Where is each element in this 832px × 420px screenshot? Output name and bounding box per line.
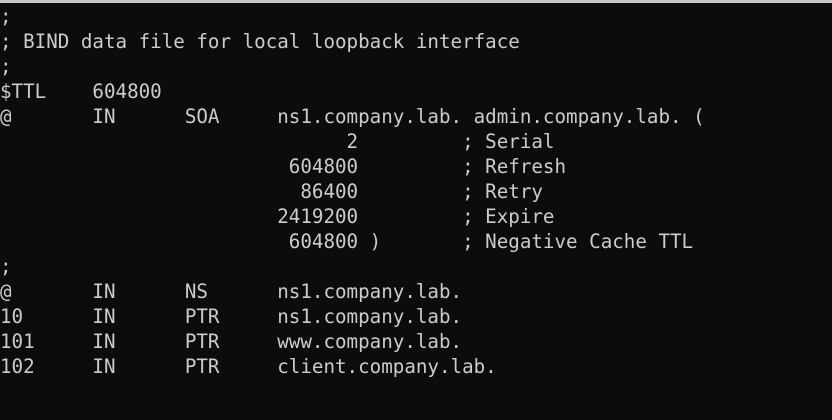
soa-refresh: 604800 ; Refresh [0, 155, 567, 178]
ns-record: @ IN NS ns1.company.lab. [0, 280, 463, 303]
soa-negative-cache-ttl: 604800 ) ; Negative Cache TTL [0, 230, 694, 253]
terminal-window[interactable]: ; ; BIND data file for local loopback in… [0, 0, 832, 420]
comment-line: ; [0, 255, 12, 278]
comment-line: ; [0, 5, 12, 28]
soa-record: @ IN SOA ns1.company.lab. admin.company.… [0, 105, 705, 128]
comment-line-title: ; BIND data file for local loopback inte… [0, 30, 520, 53]
ptr-record: 102 IN PTR client.company.lab. [0, 355, 497, 378]
ptr-record: 101 IN PTR www.company.lab. [0, 330, 463, 353]
ttl-directive: $TTL 604800 [0, 80, 162, 103]
soa-expire: 2419200 ; Expire [0, 205, 555, 228]
soa-retry: 86400 ; Retry [0, 180, 543, 203]
comment-line: ; [0, 55, 12, 78]
soa-serial: 2 ; Serial [0, 130, 555, 153]
ptr-record: 10 IN PTR ns1.company.lab. [0, 305, 463, 328]
zone-file-content: ; ; BIND data file for local loopback in… [0, 4, 705, 379]
